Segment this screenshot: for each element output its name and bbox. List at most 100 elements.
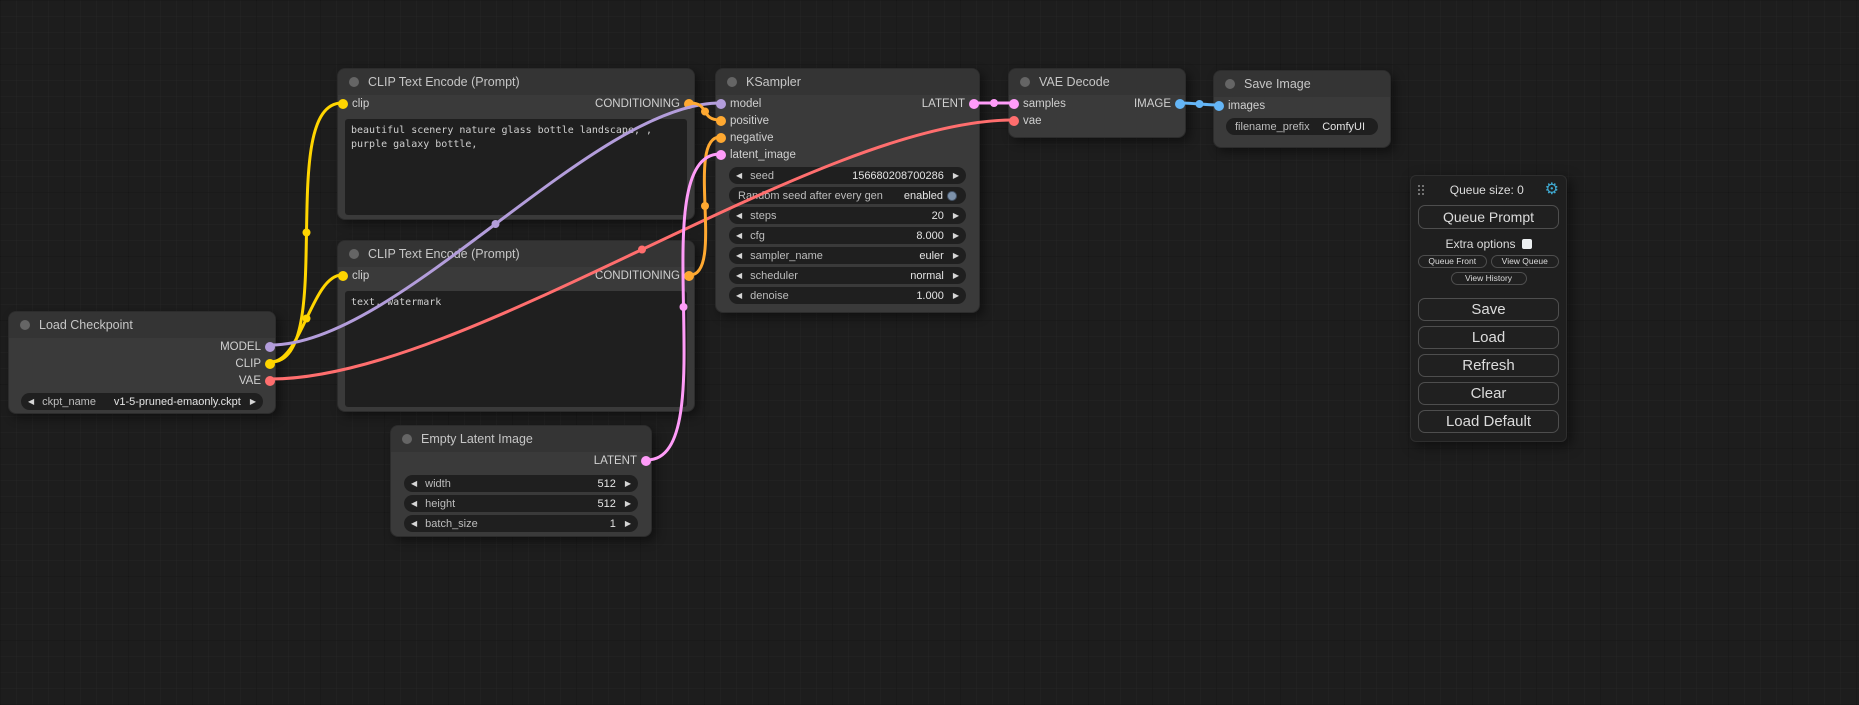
extra-options-row: Extra options [1418, 237, 1559, 250]
width-widget[interactable]: ◀ width 512 ▶ [404, 475, 638, 492]
node-save-image[interactable]: Save Image images filename_prefix ComfyU… [1213, 70, 1391, 148]
clip-input-slot[interactable] [338, 99, 348, 109]
decrement-arrow-icon[interactable]: ◀ [411, 500, 417, 508]
node-clip-text-encode-positive[interactable]: CLIP Text Encode (Prompt) clip CONDITION… [337, 68, 695, 220]
decrement-arrow-icon[interactable]: ◀ [736, 212, 742, 220]
vae-output-slot[interactable] [265, 376, 275, 386]
node-empty-latent-image[interactable]: Empty Latent Image LATENT ◀ width 512 ▶ … [390, 425, 652, 537]
node-clip-text-encode-negative[interactable]: CLIP Text Encode (Prompt) clip CONDITION… [337, 240, 695, 412]
refresh-button[interactable]: Refresh [1418, 354, 1559, 377]
settings-gear-icon[interactable]: ⚙ [1545, 182, 1559, 198]
increment-arrow-icon[interactable]: ▶ [953, 172, 959, 180]
slot-row: model LATENT [716, 95, 979, 112]
queue-prompt-button[interactable]: Queue Prompt [1418, 205, 1559, 229]
node-header[interactable]: CLIP Text Encode (Prompt) [338, 241, 694, 267]
load-button[interactable]: Load [1418, 326, 1559, 349]
widget-list: ◀ width 512 ▶ ◀ height 512 ▶ ◀ batch_siz… [391, 475, 651, 532]
decrement-arrow-icon[interactable]: ◀ [736, 232, 742, 240]
model-input-slot[interactable] [716, 99, 726, 109]
node-load-checkpoint[interactable]: Load Checkpoint MODEL CLIP VAE ◀ ckpt_na… [8, 311, 276, 414]
negative-prompt-textarea[interactable]: text, watermark [345, 291, 687, 407]
node-ksampler[interactable]: KSampler model LATENT positive negative … [715, 68, 980, 313]
image-output-slot[interactable] [1175, 99, 1185, 109]
node-vae-decode[interactable]: VAE Decode samples IMAGE vae [1008, 68, 1186, 138]
conditioning-output-slot[interactable] [684, 271, 694, 281]
widget-value: ComfyUI [1322, 121, 1365, 133]
node-collapse-dot-icon[interactable] [1020, 77, 1030, 87]
samples-input-slot[interactable] [1009, 99, 1019, 109]
node-collapse-dot-icon[interactable] [349, 249, 359, 259]
images-input-slot[interactable] [1214, 101, 1224, 111]
model-output-slot[interactable] [265, 342, 275, 352]
node-collapse-dot-icon[interactable] [402, 434, 412, 444]
widget-label: cfg [750, 230, 765, 242]
node-collapse-dot-icon[interactable] [349, 77, 359, 87]
clear-button[interactable]: Clear [1418, 382, 1559, 405]
node-header[interactable]: Empty Latent Image [391, 426, 651, 452]
increment-arrow-icon[interactable]: ▶ [625, 520, 631, 528]
clip-input-slot[interactable] [338, 271, 348, 281]
queue-front-button[interactable]: Queue Front [1418, 255, 1487, 268]
node-collapse-dot-icon[interactable] [1225, 79, 1235, 89]
denoise-widget[interactable]: ◀ denoise 1.000 ▶ [729, 287, 966, 304]
wire-clip-to-negative-prompt[interactable] [271, 275, 342, 362]
extra-options-checkbox[interactable] [1522, 239, 1532, 249]
menu-header: Queue size: 0 ⚙ [1418, 181, 1559, 199]
load-default-button[interactable]: Load Default [1418, 410, 1559, 433]
widget-value: 20 [932, 210, 944, 222]
node-collapse-dot-icon[interactable] [20, 320, 30, 330]
decrement-arrow-icon[interactable]: ◀ [411, 520, 417, 528]
ckpt-name-widget[interactable]: ◀ ckpt_name v1-5-pruned-emaonly.ckpt ▶ [21, 393, 263, 410]
node-graph-canvas[interactable]: Load Checkpoint MODEL CLIP VAE ◀ ckpt_na… [0, 0, 1859, 705]
seed-widget[interactable]: ◀ seed 156680208700286 ▶ [729, 167, 966, 184]
latent-output-slot[interactable] [969, 99, 979, 109]
clip-output-slot[interactable] [265, 359, 275, 369]
increment-arrow-icon[interactable]: ▶ [953, 252, 959, 260]
height-widget[interactable]: ◀ height 512 ▶ [404, 495, 638, 512]
increment-arrow-icon[interactable]: ▶ [625, 500, 631, 508]
negative-input-label: negative [730, 132, 773, 144]
drag-handle-icon[interactable] [1418, 185, 1425, 196]
node-collapse-dot-icon[interactable] [727, 77, 737, 87]
increment-arrow-icon[interactable]: ▶ [250, 398, 256, 406]
negative-input-slot[interactable] [716, 133, 726, 143]
wire-midpoint-dot [701, 202, 709, 210]
latent-image-input-slot[interactable] [716, 150, 726, 160]
increment-arrow-icon[interactable]: ▶ [953, 212, 959, 220]
positive-input-slot[interactable] [716, 116, 726, 126]
increment-arrow-icon[interactable]: ▶ [953, 232, 959, 240]
decrement-arrow-icon[interactable]: ◀ [736, 292, 742, 300]
random-seed-toggle-widget[interactable]: Random seed after every gen enabled [729, 187, 966, 204]
cfg-widget[interactable]: ◀ cfg 8.000 ▶ [729, 227, 966, 244]
node-header[interactable]: CLIP Text Encode (Prompt) [338, 69, 694, 95]
save-button[interactable]: Save [1418, 298, 1559, 321]
wire-clip-to-positive-prompt[interactable] [271, 103, 342, 362]
node-header[interactable]: VAE Decode [1009, 69, 1185, 95]
increment-arrow-icon[interactable]: ▶ [953, 272, 959, 280]
conditioning-output-slot[interactable] [684, 99, 694, 109]
increment-arrow-icon[interactable]: ▶ [625, 480, 631, 488]
node-header[interactable]: KSampler [716, 69, 979, 95]
toggle-dot-icon[interactable] [947, 191, 957, 201]
scheduler-widget[interactable]: ◀ scheduler normal ▶ [729, 267, 966, 284]
filename-prefix-widget[interactable]: filename_prefix ComfyUI [1226, 118, 1378, 135]
decrement-arrow-icon[interactable]: ◀ [28, 398, 34, 406]
view-queue-button[interactable]: View Queue [1491, 255, 1560, 268]
decrement-arrow-icon[interactable]: ◀ [411, 480, 417, 488]
vae-input-slot[interactable] [1009, 116, 1019, 126]
decrement-arrow-icon[interactable]: ◀ [736, 172, 742, 180]
increment-arrow-icon[interactable]: ▶ [953, 292, 959, 300]
steps-widget[interactable]: ◀ steps 20 ▶ [729, 207, 966, 224]
view-history-button[interactable]: View History [1451, 272, 1527, 285]
sampler-name-widget[interactable]: ◀ sampler_name euler ▶ [729, 247, 966, 264]
decrement-arrow-icon[interactable]: ◀ [736, 252, 742, 260]
node-header[interactable]: Load Checkpoint [9, 312, 275, 338]
clip-output-label: CLIP [235, 358, 261, 370]
batch-size-widget[interactable]: ◀ batch_size 1 ▶ [404, 515, 638, 532]
widget-label: width [425, 478, 451, 490]
positive-prompt-textarea[interactable]: beautiful scenery nature glass bottle la… [345, 119, 687, 215]
node-header[interactable]: Save Image [1214, 71, 1390, 97]
latent-output-slot[interactable] [641, 456, 651, 466]
comfy-menu-panel[interactable]: Queue size: 0 ⚙ Queue Prompt Extra optio… [1410, 175, 1567, 442]
decrement-arrow-icon[interactable]: ◀ [736, 272, 742, 280]
